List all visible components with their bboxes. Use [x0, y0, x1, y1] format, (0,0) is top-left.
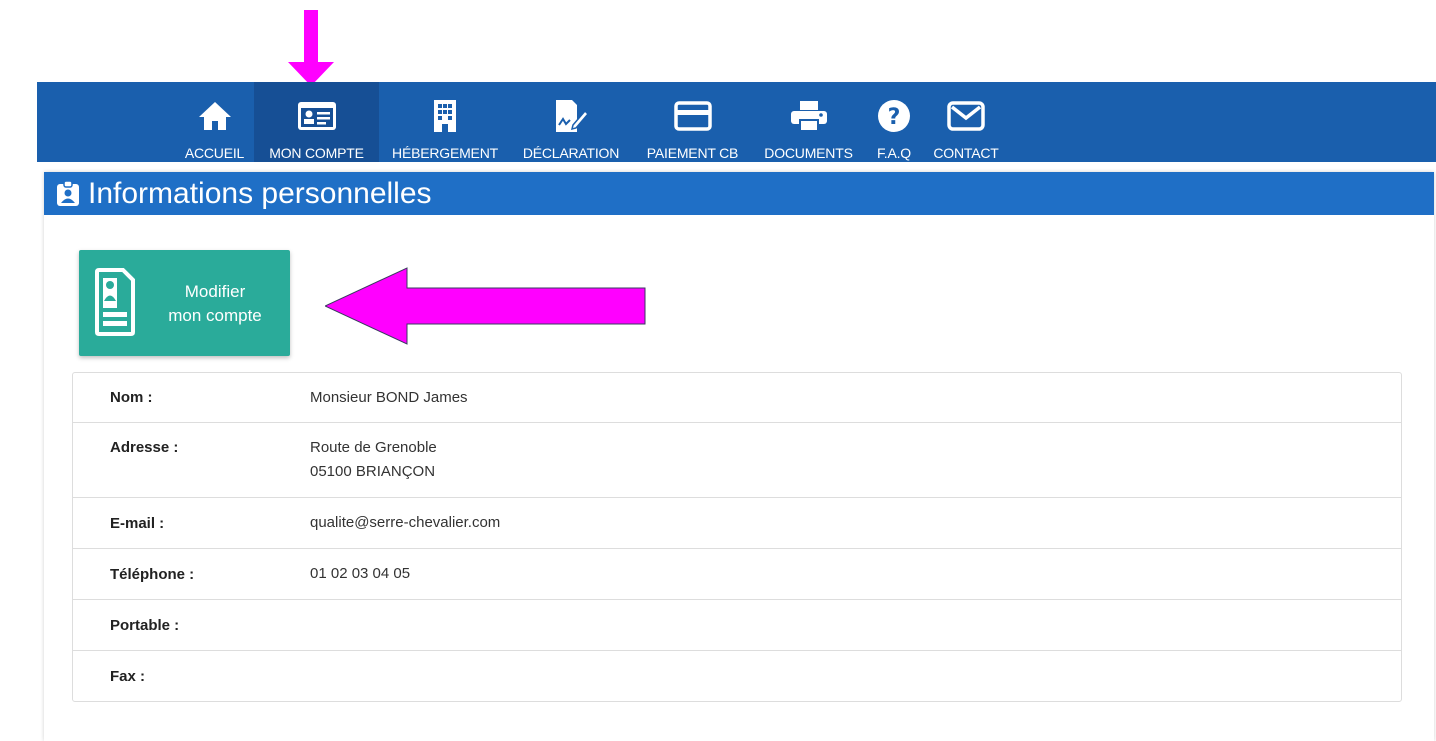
row-value: 01 02 03 04 05: [310, 562, 1401, 586]
annotation-down-arrow: [288, 10, 334, 86]
nav-item-declaration[interactable]: DÉCLARATION: [513, 82, 629, 162]
main-navbar: ACCUEIL MON COMPTE HÉBERGEMENT DÉCLARATI…: [37, 82, 1436, 162]
modify-account-label-line2: mon compte: [168, 306, 262, 325]
nav-label: MON COMPTE: [269, 145, 364, 161]
clipboard-user-icon: [57, 180, 79, 206]
row-label: Portable :: [110, 616, 180, 634]
row-label: Nom :: [110, 389, 153, 406]
id-card-icon: [297, 98, 337, 134]
question-icon: ?: [874, 98, 914, 134]
value-line: Route de Grenoble: [310, 439, 437, 456]
nav-item-paiement-cb[interactable]: PAIEMENT CB: [631, 82, 754, 162]
nav-label: F.A.Q: [876, 145, 911, 161]
row-value: Monsieur BOND James: [310, 386, 1401, 410]
table-row: Adresse : Route de Grenoble 05100 BRIANÇ…: [73, 422, 1401, 497]
row-value: Route de Grenoble 05100 BRIANÇON: [310, 436, 1401, 484]
annotation-left-arrow: [325, 267, 646, 345]
table-row: Téléphone : 01 02 03 04 05: [73, 548, 1401, 599]
modify-account-label-line1: Modifier: [184, 282, 246, 301]
row-label: Adresse :: [110, 439, 179, 456]
nav-item-faq[interactable]: ? F.A.Q: [863, 82, 925, 162]
nav-label: PAIEMENT CB: [646, 145, 739, 161]
nav-item-accueil[interactable]: ACCUEIL: [178, 82, 251, 162]
row-label: E-mail :: [110, 514, 165, 532]
user-document-icon: [95, 268, 135, 336]
nav-label: DOCUMENTS: [764, 145, 853, 161]
value-line: Monsieur BOND James: [310, 388, 468, 406]
nav-item-documents[interactable]: DOCUMENTS: [755, 82, 862, 162]
nav-item-contact[interactable]: CONTACT: [925, 82, 1007, 162]
nav-label: ACCUEIL: [184, 145, 245, 161]
envelope-icon: [946, 98, 986, 134]
nav-label: HÉBERGEMENT: [392, 145, 498, 161]
nav-item-mon-compte[interactable]: MON COMPTE: [254, 82, 379, 162]
value-line: 01 02 03 04 05: [310, 565, 411, 582]
table-row: Nom : Monsieur BOND James: [73, 373, 1401, 422]
building-icon: [425, 98, 465, 134]
modify-account-button[interactable]: Modifier mon compte: [79, 250, 290, 356]
signature-icon: [551, 98, 591, 134]
row-label: Téléphone :: [110, 565, 195, 583]
nav-item-hebergement[interactable]: HÉBERGEMENT: [379, 82, 511, 162]
table-row: E-mail : qualite@serre-chevalier.com: [73, 497, 1401, 548]
credit-card-icon: [673, 98, 713, 134]
table-row: Portable :: [73, 599, 1401, 650]
nav-label: CONTACT: [933, 145, 999, 161]
panel-heading: Informations personnelles: [44, 172, 1434, 215]
modify-account-label: Modifier mon compte: [143, 280, 287, 328]
page-title: Informations personnelles: [88, 176, 432, 210]
table-row: Fax :: [73, 650, 1401, 701]
home-icon: [195, 98, 235, 134]
value-line: 05100 BRIANÇON: [310, 463, 436, 480]
personal-info-table: Nom : Monsieur BOND James Adresse : Rout…: [72, 372, 1402, 702]
nav-label: DÉCLARATION: [522, 145, 620, 161]
row-value: qualite@serre-chevalier.com: [310, 511, 1401, 535]
value-line: qualite@serre-chevalier.com: [310, 514, 501, 531]
printer-icon: [789, 98, 829, 134]
svg-text:?: ?: [888, 105, 901, 130]
row-label: Fax :: [110, 667, 146, 685]
